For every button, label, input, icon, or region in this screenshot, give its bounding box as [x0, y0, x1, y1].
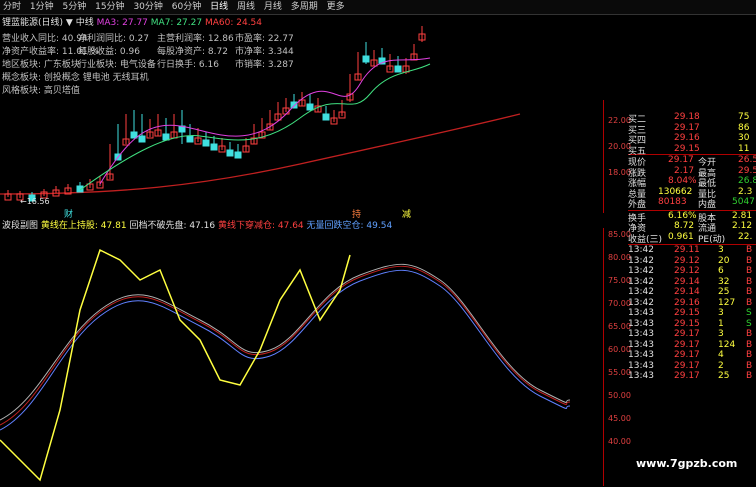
osc-tick: 40.00 [608, 437, 631, 446]
stat-row: 净资 8.72 流通 2.12 [628, 221, 753, 234]
bid-row-4: 买四 29.16 30 [628, 133, 750, 146]
quote-panel: 买二 29.18 75 买三 29.17 86 买四 29.16 30 买五 29.15 11 … [628, 112, 756, 382]
stat-row: 现价 29.17 今开 26.5 [628, 155, 756, 168]
trade-tick: 13:43 29.15 3 S [628, 308, 752, 318]
trade-tick: 13:43 29.17 3 B [628, 329, 753, 339]
period-toolbar: 分时 1分钟 5分钟 15分钟 30分钟 60分钟 日线 周线 月线 多周期 更… [0, 0, 756, 15]
oscillator-chart [0, 248, 571, 482]
candle-body [202, 139, 210, 147]
tab-multi-period[interactable]: 多周期 [288, 0, 321, 14]
candle-body [226, 149, 234, 157]
marker-jian: 减 [402, 210, 412, 220]
candle-body [186, 135, 194, 143]
trade-tick: 13:43 29.17 25 B [628, 371, 753, 381]
tab-more[interactable]: 更多 [324, 0, 348, 14]
trade-tick: 13:43 29.17 4 B [628, 350, 753, 360]
trade-tick: 13:42 29.12 6 B [628, 266, 753, 276]
candle-body [290, 101, 298, 109]
tab-15min[interactable]: 15分钟 [92, 0, 127, 14]
stat-row: 涨幅 8.04% 最低 26.8 [628, 176, 756, 189]
tab-fenshi[interactable]: 分时 [0, 0, 24, 14]
tab-weekly[interactable]: 周线 [234, 0, 258, 14]
stat-row: 收益(三) 0.961 PE(动) 22. [628, 231, 753, 245]
trade-tick: 13:42 29.12 20 B [628, 255, 753, 266]
bid-row-3: 买三 29.17 86 [628, 122, 750, 136]
stat-row: 总量 130662 量比 2.3 [628, 186, 753, 200]
trade-tick: 13:42 29.11 3 B [628, 245, 753, 255]
tab-30min[interactable]: 30分钟 [130, 0, 165, 14]
candle-body [162, 133, 170, 141]
tab-1min[interactable]: 1分钟 [27, 0, 57, 14]
candle-body [138, 135, 146, 143]
tab-5min[interactable]: 5分钟 [60, 0, 90, 14]
candle-body [322, 113, 330, 121]
sub-chart-legend: 波段副图 黄线在上持股: 47.81 回档不破先盘: 47.16 黄线下穿减仓:… [2, 218, 392, 231]
stat-row: 外盘 80183 内盘 5047 [628, 197, 755, 210]
bid-row-2: 买二 29.18 75 [628, 112, 750, 125]
osc-tick: 45.00 [608, 414, 631, 423]
trade-tick: 13:42 29.16 127 B [628, 297, 753, 308]
trade-tick: 13:43 29.17 124 B [628, 339, 753, 350]
tick-list: 13:42 29.11 3 B 13:42 29.12 20 B 13:42 29.12 6 B 13:… [628, 245, 756, 382]
candle-body [234, 151, 242, 159]
trade-tick: 13:43 29.17 2 B [628, 360, 753, 371]
tab-60min[interactable]: 60分钟 [169, 0, 204, 14]
trade-tick: 13:42 29.14 25 B [628, 287, 753, 297]
ma60-line [0, 113, 521, 195]
candlestick-chart [0, 26, 521, 202]
candle-body [210, 143, 218, 151]
candle-body [362, 55, 370, 63]
osc-tick: 50.00 [608, 391, 631, 400]
tab-monthly[interactable]: 月线 [261, 0, 285, 14]
low-price-label: ←16.56 [20, 197, 50, 206]
red-line [0, 265, 571, 426]
trade-tick: 13:42 29.14 32 B [628, 276, 753, 287]
trade-tick: 13:43 29.15 1 S [628, 318, 752, 329]
tab-daily[interactable]: 日线 [207, 0, 231, 14]
watermark: www.7gpzb.com [636, 457, 738, 470]
stat-row: 涨跌 2.17 最高 29.5 [628, 165, 756, 179]
candle-body [394, 65, 402, 73]
candle-body [306, 103, 314, 111]
white-line [0, 263, 571, 421]
bid-row-5: 买五 29.15 11 [628, 143, 750, 157]
stat-row: 换手 6.16% 股本 2.81 [628, 210, 753, 224]
ma7-line [79, 63, 431, 191]
